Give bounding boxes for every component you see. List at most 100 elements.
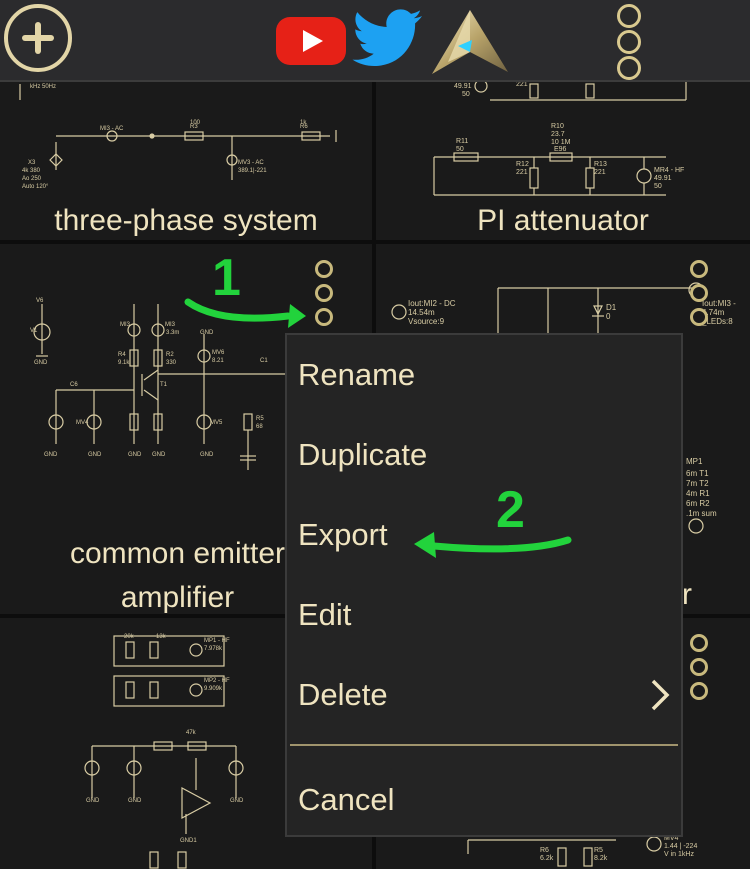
svg-text:GND: GND bbox=[44, 452, 58, 458]
label-bottom-meter2-val: 9.909k bbox=[204, 686, 223, 692]
label-bottom-r-c: 47k bbox=[186, 730, 197, 736]
svg-text:GND: GND bbox=[88, 452, 102, 458]
svg-text:MI3: MI3 bbox=[120, 322, 131, 328]
label-right-row-2: 4m R1 bbox=[686, 489, 710, 498]
label-r10-val: 23.7 bbox=[551, 131, 565, 138]
project-card-pi-attenuator[interactable]: R10 23.7 10 1M E96 R11 50 R12 221 R13 22… bbox=[376, 80, 750, 240]
menu-item-duplicate[interactable]: Duplicate bbox=[287, 415, 681, 495]
label-ce-meter-val: 14.54m bbox=[408, 308, 435, 317]
label-r11-val: 50 bbox=[456, 146, 464, 153]
svg-text:389.1|-221: 389.1|-221 bbox=[238, 168, 267, 174]
svg-text:GND1: GND1 bbox=[180, 838, 197, 844]
label-r11: R11 bbox=[456, 138, 468, 145]
project-title: three-phase system bbox=[54, 204, 318, 237]
label-ce-vsource: Vsource:9 bbox=[408, 317, 445, 326]
twitter-icon[interactable] bbox=[352, 8, 424, 70]
svg-text:Ao 250: Ao 250 bbox=[22, 176, 42, 182]
label-bottom-meter2: MP2 - HF bbox=[204, 678, 230, 684]
label-top-meter-val: 49.91 bbox=[454, 83, 472, 90]
schematic-preview: R10 23.7 10 1M E96 R11 50 R12 221 R13 22… bbox=[433, 80, 687, 196]
label-bottom-right-sub: V in 1kHz bbox=[664, 851, 694, 858]
svg-text:GND: GND bbox=[152, 452, 166, 458]
arrow-step-2-icon bbox=[414, 532, 572, 558]
label-bottom-r-a: 20k bbox=[124, 634, 135, 640]
menu-item-rename[interactable]: Rename bbox=[287, 335, 681, 415]
label-bottom-meter1-val: 7.978k bbox=[204, 646, 223, 652]
arrow-step-1-icon bbox=[184, 298, 306, 328]
label-r10: R10 bbox=[551, 123, 564, 130]
add-project-button[interactable] bbox=[4, 4, 72, 72]
menu-item-cancel[interactable]: Cancel bbox=[287, 760, 681, 840]
label-r12: R12 bbox=[516, 161, 529, 168]
project-options-button[interactable] bbox=[315, 260, 333, 332]
svg-text:MV5: MV5 bbox=[210, 420, 223, 426]
label-bottom-r-b: 13k bbox=[156, 634, 167, 640]
svg-text:3.3m: 3.3m bbox=[166, 330, 179, 336]
svg-text:4k 380: 4k 380 bbox=[22, 168, 41, 174]
label-d1: D1 bbox=[606, 303, 617, 312]
delta-wing-logo-icon bbox=[432, 10, 508, 74]
svg-text:R2: R2 bbox=[166, 352, 174, 358]
svg-text:GND: GND bbox=[128, 798, 142, 804]
svg-text:GND: GND bbox=[34, 360, 48, 366]
label-right-row-3: 6m R2 bbox=[686, 499, 710, 508]
label-bottom-r6: R6 bbox=[540, 847, 549, 854]
project-card-three-phase[interactable]: kHz 50Hz X3 4k 380 Ao 250 Auto 120° MI3 … bbox=[0, 80, 372, 240]
svg-text:GND: GND bbox=[128, 452, 142, 458]
svg-text:330: 330 bbox=[166, 360, 177, 366]
project-title: PI attenuator bbox=[477, 204, 649, 237]
svg-text:GND: GND bbox=[230, 798, 244, 804]
svg-text:8.21: 8.21 bbox=[212, 358, 224, 364]
label-r10-tol: 10 1M bbox=[551, 139, 571, 146]
label-ce-meter: Iout:MI2 - DC bbox=[408, 299, 456, 308]
svg-text:R4: R4 bbox=[118, 352, 126, 358]
label-r13: R13 bbox=[594, 161, 607, 168]
svg-text:MI3: MI3 bbox=[165, 322, 176, 328]
svg-text:V6: V6 bbox=[36, 298, 44, 304]
label-bottom-r5-val: 8.2k bbox=[594, 855, 608, 862]
label-right-row-0: 6m T1 bbox=[686, 469, 709, 478]
svg-text:V1: V1 bbox=[30, 328, 38, 334]
label-bottom-meter1: MP1 - HF bbox=[204, 638, 230, 644]
label-meter-sub: 50 bbox=[654, 183, 662, 190]
svg-text:R5: R5 bbox=[256, 416, 264, 422]
svg-text:GND: GND bbox=[86, 798, 100, 804]
svg-text:68: 68 bbox=[256, 424, 263, 430]
menu-item-delete-label: Delete bbox=[298, 677, 388, 712]
svg-text:T1: T1 bbox=[160, 382, 168, 388]
label-top-r-val: 221 bbox=[516, 81, 528, 88]
label-r10-series: E96 bbox=[554, 146, 567, 153]
project-title: r bbox=[682, 578, 692, 611]
label-right-row-1: 7m T2 bbox=[686, 479, 709, 488]
top-toolbar bbox=[0, 0, 750, 82]
label-r13-val: 221 bbox=[594, 169, 606, 176]
menu-item-edit[interactable]: Edit bbox=[287, 575, 681, 655]
svg-text:Auto 120°: Auto 120° bbox=[22, 184, 49, 190]
project-options-button[interactable] bbox=[690, 260, 708, 332]
label-right-sum: .1m sum bbox=[686, 509, 717, 518]
project-context-menu: Rename Duplicate Export Edit Delete Canc… bbox=[285, 333, 683, 837]
svg-text:9.1k: 9.1k bbox=[118, 360, 130, 366]
label-meter: MR4 - HF bbox=[654, 167, 684, 174]
more-menu-icon[interactable] bbox=[617, 4, 643, 80]
project-options-button[interactable] bbox=[690, 634, 708, 706]
label-r12-val: 221 bbox=[516, 169, 528, 176]
menu-divider bbox=[290, 744, 678, 746]
label-top-meter-sub: 50 bbox=[462, 91, 470, 98]
svg-text:kHz 50Hz: kHz 50Hz bbox=[30, 84, 56, 90]
svg-text:X3: X3 bbox=[28, 160, 36, 166]
svg-text:MI3 - AC: MI3 - AC bbox=[100, 126, 124, 132]
menu-item-delete[interactable]: Delete bbox=[287, 655, 681, 735]
youtube-icon[interactable] bbox=[276, 17, 346, 65]
label-bottom-r5: R5 bbox=[594, 847, 603, 854]
svg-text:GND: GND bbox=[200, 452, 214, 458]
svg-text:1k: 1k bbox=[300, 120, 307, 126]
svg-text:100: 100 bbox=[190, 120, 201, 126]
schematic-preview: kHz 50Hz X3 4k 380 Ao 250 Auto 120° MI3 … bbox=[19, 84, 337, 190]
svg-text:C6: C6 bbox=[70, 382, 78, 388]
label-bottom-right-val: 1.44 | -224 bbox=[664, 843, 697, 850]
svg-text:MV6: MV6 bbox=[212, 350, 225, 356]
label-meter-val: 49.91 bbox=[654, 175, 672, 182]
svg-text:MV4: MV4 bbox=[76, 420, 89, 426]
label-right-meter: Iout:MI3 - bbox=[702, 299, 736, 308]
